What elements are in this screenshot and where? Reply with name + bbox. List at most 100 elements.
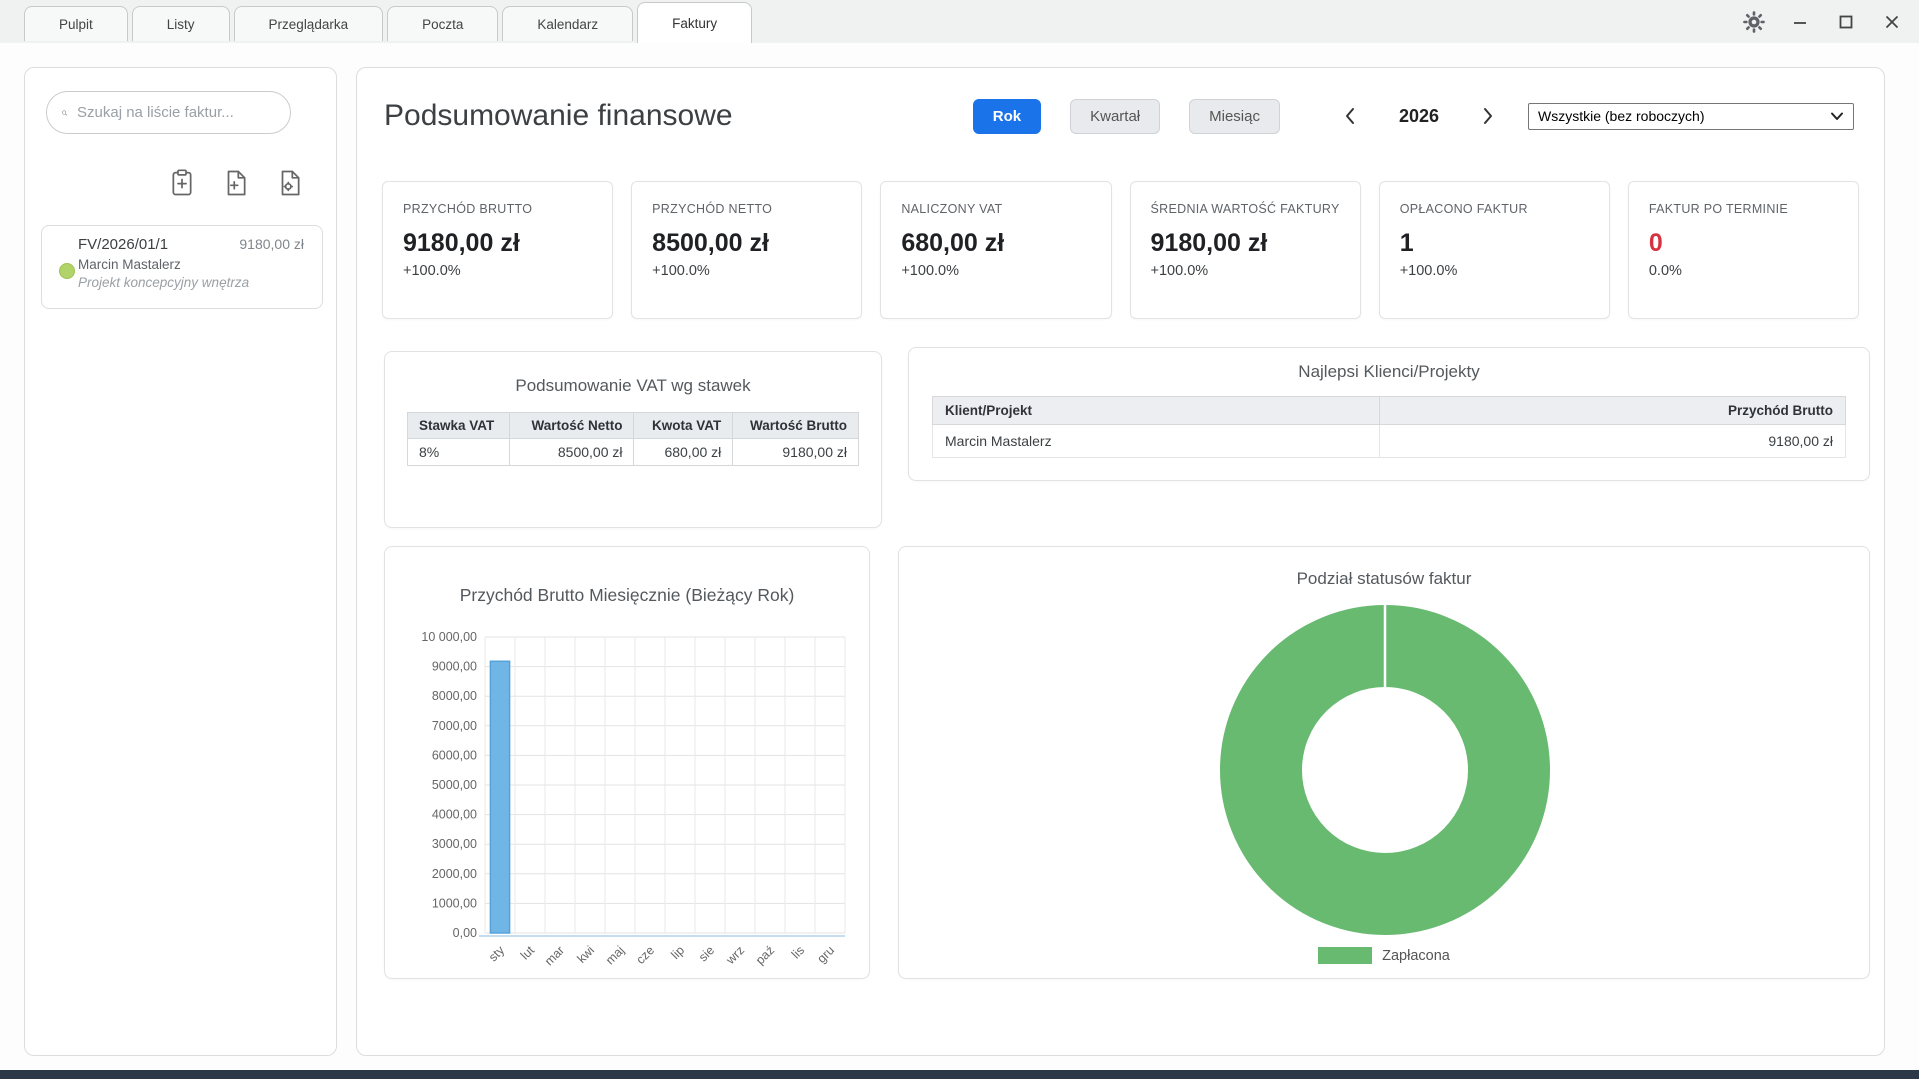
tab-pulpit[interactable]: Pulpit xyxy=(24,6,128,41)
header-controls: RokKwartałMiesiąc 2026 Wszy xyxy=(973,99,1854,134)
svg-text:cze: cze xyxy=(633,943,657,967)
kpi-card-1: PRZYCHÓD NETTO8500,00 zł+100.0% xyxy=(631,181,862,319)
vat-table-body: 8%8500,00 zł680,00 zł9180,00 zł xyxy=(408,439,859,466)
kpi-value: 9180,00 zł xyxy=(1151,229,1340,258)
svg-text:0,00: 0,00 xyxy=(453,926,477,940)
vat-cell: 680,00 zł xyxy=(634,439,733,466)
vat-table-header-row: Stawka VATWartość NettoKwota VATWartość … xyxy=(408,413,859,439)
file-gear-icon xyxy=(276,168,304,198)
kpi-card-3: ŚREDNIA WARTOŚĆ FAKTURY9180,00 zł+100.0% xyxy=(1130,181,1361,319)
document-settings-button[interactable] xyxy=(274,166,306,200)
kpi-label: PRZYCHÓD BRUTTO xyxy=(403,202,592,218)
period-button-kwartal[interactable]: Kwartał xyxy=(1070,99,1160,134)
vat-cell: 8% xyxy=(408,439,510,466)
clients-table-body: Marcin Mastalerz9180,00 zł xyxy=(933,425,1846,458)
tab-faktury[interactable]: Faktury xyxy=(637,2,752,43)
tab-bar-tabs: PulpitListyPrzeglądarkaPocztaKalendarzFa… xyxy=(0,0,756,43)
svg-text:8000,00: 8000,00 xyxy=(432,689,477,703)
filter-select[interactable]: Wszystkie (bez roboczych) xyxy=(1528,103,1854,130)
kpi-delta: 0.0% xyxy=(1649,263,1838,279)
new-document-button[interactable] xyxy=(220,166,252,200)
kpi-delta: +100.0% xyxy=(1400,263,1589,279)
donut-legend: Zapłacona xyxy=(899,947,1869,964)
legend-swatch xyxy=(1318,947,1372,964)
svg-text:maj: maj xyxy=(603,943,627,967)
invoice-client: Marcin Mastalerz xyxy=(78,257,304,272)
kpi-label: PRZYCHÓD NETTO xyxy=(652,202,841,218)
svg-text:3000,00: 3000,00 xyxy=(432,837,477,851)
svg-text:1000,00: 1000,00 xyxy=(432,896,477,910)
invoice-status-dot xyxy=(59,263,75,279)
settings-button[interactable] xyxy=(1741,9,1767,35)
svg-text:5000,00: 5000,00 xyxy=(432,778,477,792)
clients-cell: Marcin Mastalerz xyxy=(933,425,1380,458)
donut-chart-title: Podział statusów faktur xyxy=(899,569,1869,589)
minimize-button[interactable] xyxy=(1787,9,1813,35)
maximize-icon xyxy=(1837,13,1855,31)
chevron-down-icon xyxy=(1830,111,1844,121)
invoice-list-item[interactable]: FV/2026/01/1 9180,00 zł Marcin Mastalerz… xyxy=(41,225,323,309)
svg-text:gru: gru xyxy=(814,943,837,966)
period-button-rok[interactable]: Rok xyxy=(973,99,1041,134)
vat-summary-card: Podsumowanie VAT wg stawek Stawka VATWar… xyxy=(384,351,882,528)
svg-text:wrz: wrz xyxy=(723,943,747,967)
app-window: PulpitListyPrzeglądarkaPocztaKalendarzFa… xyxy=(0,0,1919,1079)
tab-bar: PulpitListyPrzeglądarkaPocztaKalendarzFa… xyxy=(0,0,1919,43)
close-button[interactable] xyxy=(1879,9,1905,35)
clients-cell: 9180,00 zł xyxy=(1380,425,1846,458)
search-box[interactable] xyxy=(46,91,291,134)
svg-text:4000,00: 4000,00 xyxy=(432,808,477,822)
tab-kalendarz[interactable]: Kalendarz xyxy=(502,6,633,41)
kpi-label: NALICZONY VAT xyxy=(901,202,1090,218)
search-icon xyxy=(61,103,68,123)
kpi-delta: +100.0% xyxy=(1151,263,1340,279)
monthly-revenue-chart-card: Przychód Brutto Miesięcznie (Bieżący Rok… xyxy=(384,546,870,979)
sidebar-actions xyxy=(166,166,306,200)
filter-select-value: Wszystkie (bez roboczych) xyxy=(1538,108,1830,124)
top-clients-card: Najlepsi Klienci/Projekty Klient/Projekt… xyxy=(908,347,1870,481)
kpi-value: 1 xyxy=(1400,229,1589,258)
vat-header-cell: Wartość Brutto xyxy=(733,413,859,439)
kpi-card-2: NALICZONY VAT680,00 zł+100.0% xyxy=(880,181,1111,319)
svg-text:kwi: kwi xyxy=(574,943,597,966)
clipboard-plus-icon xyxy=(168,168,196,198)
maximize-button[interactable] xyxy=(1833,9,1859,35)
kpi-label: FAKTUR PO TERMINIE xyxy=(1649,202,1838,218)
legend-item[interactable]: Zapłacona xyxy=(1318,947,1450,964)
table-row: 8%8500,00 zł680,00 zł9180,00 zł xyxy=(408,439,859,466)
svg-text:7000,00: 7000,00 xyxy=(432,719,477,733)
clients-header-cell: Przychód Brutto xyxy=(1380,397,1846,425)
invoice-amount: 9180,00 zł xyxy=(239,236,304,252)
svg-text:sty: sty xyxy=(486,943,508,965)
kpi-card-5: FAKTUR PO TERMINIE 0 0.0% xyxy=(1628,181,1859,319)
minimize-icon xyxy=(1791,13,1809,31)
tab-listy[interactable]: Listy xyxy=(132,6,230,41)
window-controls xyxy=(1741,0,1905,43)
svg-text:lis: lis xyxy=(789,943,807,961)
kpi-delta: +100.0% xyxy=(901,263,1090,279)
search-input[interactable] xyxy=(77,104,276,121)
bar-chart-title: Przychód Brutto Miesięcznie (Bieżący Rok… xyxy=(385,585,869,606)
tab-przegladarka[interactable]: Przeglądarka xyxy=(234,6,384,41)
clients-header-cell: Klient/Projekt xyxy=(933,397,1380,425)
bar-chart: 0,001000,002000,003000,004000,005000,006… xyxy=(393,625,863,985)
svg-text:lut: lut xyxy=(518,943,538,963)
new-invoice-button[interactable] xyxy=(166,166,198,200)
vat-summary-title: Podsumowanie VAT wg stawek xyxy=(385,376,881,396)
year-label: 2026 xyxy=(1364,106,1474,127)
svg-text:lip: lip xyxy=(668,943,687,962)
kpi-row: PRZYCHÓD BRUTTO 9180,00 zł +100.0% PRZYCHÓD… xyxy=(382,181,1859,319)
kpi-value: 8500,00 zł xyxy=(652,229,841,258)
tab-poczta[interactable]: Poczta xyxy=(387,6,498,41)
file-plus-icon xyxy=(222,168,250,198)
invoice-project: Projekt koncepcyjny wnętrza xyxy=(78,275,304,290)
period-button-miesiac[interactable]: Miesiąc xyxy=(1189,99,1280,134)
period-toggle: Rok Kwartał Miesiąc xyxy=(973,99,1280,134)
next-year-button[interactable] xyxy=(1474,102,1502,130)
gear-icon xyxy=(1742,10,1766,34)
svg-text:sie: sie xyxy=(696,943,717,964)
vat-cell: 9180,00 zł xyxy=(733,439,859,466)
kpi-label: OPŁACONO FAKTUR xyxy=(1400,202,1589,218)
previous-year-button[interactable] xyxy=(1336,102,1364,130)
kpi-value: 0 xyxy=(1649,229,1838,258)
